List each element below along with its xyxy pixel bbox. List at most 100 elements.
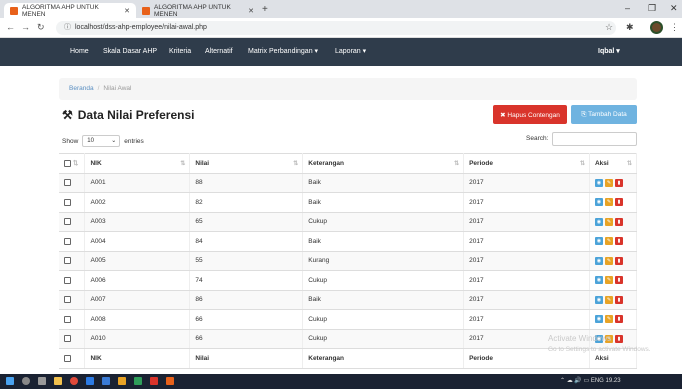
edit-icon[interactable]: ✎ [604, 315, 613, 324]
search-input[interactable] [552, 132, 637, 146]
browser-tab-2[interactable]: ALGORITMA AHP UNTUK MENEN ✕ [136, 3, 260, 18]
system-tray[interactable]: ⌃ ☁ 🔊 ▭ ENG 19.23 [560, 377, 621, 384]
close-tab-icon[interactable]: ✕ [248, 7, 254, 15]
search-icon[interactable] [22, 377, 30, 385]
nav-alternatif[interactable]: Alternatif [205, 38, 233, 66]
select-all-checkbox[interactable] [64, 160, 71, 168]
minimize-icon[interactable]: – [625, 3, 630, 13]
cell-nilai: 74 [189, 270, 304, 291]
forward-icon[interactable]: → [21, 22, 30, 32]
start-icon[interactable] [6, 377, 14, 385]
view-icon[interactable]: ◉ [594, 256, 603, 265]
app-icon[interactable] [118, 377, 126, 385]
footer-select-cell [59, 348, 86, 369]
profile-avatar[interactable] [650, 21, 663, 34]
entries-select[interactable]: 10 ⌄ [82, 135, 121, 147]
col-keterangan[interactable]: Keterangan ⇅ [302, 153, 465, 174]
app-icon[interactable] [166, 377, 174, 385]
nav-laporan-dropdown[interactable]: Laporan ▾ [335, 38, 366, 66]
close-tab-icon[interactable]: ✕ [124, 7, 130, 15]
view-icon[interactable]: ◉ [594, 276, 603, 285]
row-checkbox[interactable] [64, 218, 71, 226]
extensions-icon[interactable]: ✱ [626, 22, 634, 33]
nav-home[interactable]: Home [70, 38, 89, 66]
delete-icon[interactable]: ▮ [614, 178, 623, 187]
col-nik[interactable]: NIK ⇅ [84, 153, 191, 174]
clock[interactable]: 19.23 [606, 378, 621, 384]
bookmark-star-icon[interactable]: ☆ [605, 22, 613, 33]
delete-selected-button[interactable]: ✖ Hapus Contengan [493, 105, 567, 124]
row-actions: ◉ ✎ ▮ [589, 231, 638, 252]
cell-periode: 2017 [463, 270, 590, 291]
delete-icon[interactable]: ▮ [614, 315, 623, 324]
cell-nik: A004 [84, 231, 191, 252]
delete-icon[interactable]: ▮ [614, 217, 623, 226]
nav-kriteria[interactable]: Kriteria [169, 38, 191, 66]
app-icon[interactable] [150, 377, 158, 385]
restore-icon[interactable]: ❐ [648, 3, 656, 14]
reload-icon[interactable]: ↻ [37, 22, 45, 33]
row-checkbox[interactable] [64, 237, 71, 245]
delete-icon[interactable]: ▮ [614, 276, 623, 285]
row-checkbox[interactable] [64, 198, 71, 206]
row-checkbox[interactable] [64, 315, 71, 323]
cell-nilai: 66 [189, 309, 304, 330]
footer-nilai: Nilai [189, 348, 304, 369]
back-icon[interactable]: ← [6, 22, 15, 32]
cell-keterangan: Cukup [302, 212, 465, 232]
info-icon[interactable]: ⓘ [64, 24, 71, 31]
cell-periode: 2017 [463, 290, 590, 310]
close-window-icon[interactable]: ✕ [670, 3, 678, 14]
vscode-icon[interactable] [86, 377, 94, 385]
new-tab-icon[interactable]: + [262, 4, 268, 15]
browser-tab-1[interactable]: ALGORITMA AHP UNTUK MENEN ✕ [4, 3, 136, 18]
view-icon[interactable]: ◉ [594, 237, 603, 246]
edit-icon[interactable]: ✎ [604, 295, 613, 304]
edit-icon[interactable]: ✎ [604, 237, 613, 246]
row-checkbox[interactable] [64, 179, 71, 187]
view-icon[interactable]: ◉ [594, 217, 603, 226]
breadcrumb-home[interactable]: Beranda [69, 85, 94, 92]
view-icon[interactable]: ◉ [594, 315, 603, 324]
app-icon[interactable] [102, 377, 110, 385]
view-icon[interactable]: ◉ [594, 198, 603, 207]
edit-icon[interactable]: ✎ [604, 256, 613, 265]
table-header-row: ⇅ NIK ⇅ Nilai ⇅ Keterangan ⇅ Periode ⇅ Aksi ⇅ [59, 153, 638, 174]
user-menu[interactable]: Iqbal ▾ [598, 38, 620, 66]
delete-icon[interactable]: ▮ [614, 295, 623, 304]
col-aksi[interactable]: Aksi ⇅ [589, 153, 638, 174]
edit-icon[interactable]: ✎ [604, 198, 613, 207]
language-indicator[interactable]: ENG [591, 378, 604, 384]
add-data-button[interactable]: ⎘ Tambah Data [571, 105, 637, 124]
select-all-header[interactable]: ⇅ [59, 153, 86, 174]
delete-icon[interactable]: ▮ [614, 198, 623, 207]
edit-icon[interactable]: ✎ [604, 217, 613, 226]
view-icon[interactable]: ◉ [594, 178, 603, 187]
row-select-cell [59, 192, 86, 213]
edit-icon[interactable]: ✎ [604, 178, 613, 187]
cell-nik: A007 [84, 290, 191, 310]
nav-matrix-dropdown[interactable]: Matrix Perbandingan ▾ [248, 38, 318, 66]
browser-menu-icon[interactable]: ⋮ [670, 22, 679, 33]
row-checkbox[interactable] [64, 335, 71, 343]
file-explorer-icon[interactable] [54, 377, 62, 385]
delete-icon[interactable]: ▮ [614, 237, 623, 246]
watermark-subtitle: Go to Settings to activate Windows. [548, 346, 651, 353]
url-field[interactable]: ⓘ localhost/dss-ahp-employee/nilai-awal.p… [56, 21, 616, 35]
row-checkbox[interactable] [64, 296, 71, 304]
delete-icon[interactable]: ▮ [614, 256, 623, 265]
app-icon[interactable] [134, 377, 142, 385]
nav-skala-dasar[interactable]: Skala Dasar AHP [103, 38, 157, 66]
select-all-checkbox[interactable] [64, 354, 71, 362]
row-checkbox[interactable] [64, 257, 71, 265]
view-icon[interactable]: ◉ [594, 295, 603, 304]
chrome-icon[interactable] [70, 377, 78, 385]
col-nilai[interactable]: Nilai ⇅ [189, 153, 304, 174]
col-periode[interactable]: Periode ⇅ [463, 153, 590, 174]
tab-title: ALGORITMA AHP UNTUK MENEN [154, 3, 231, 18]
row-checkbox[interactable] [64, 276, 71, 284]
row-actions: ◉ ✎ ▮ [589, 290, 638, 310]
task-view-icon[interactable] [38, 377, 46, 385]
cell-periode: 2017 [463, 173, 590, 193]
edit-icon[interactable]: ✎ [604, 276, 613, 285]
